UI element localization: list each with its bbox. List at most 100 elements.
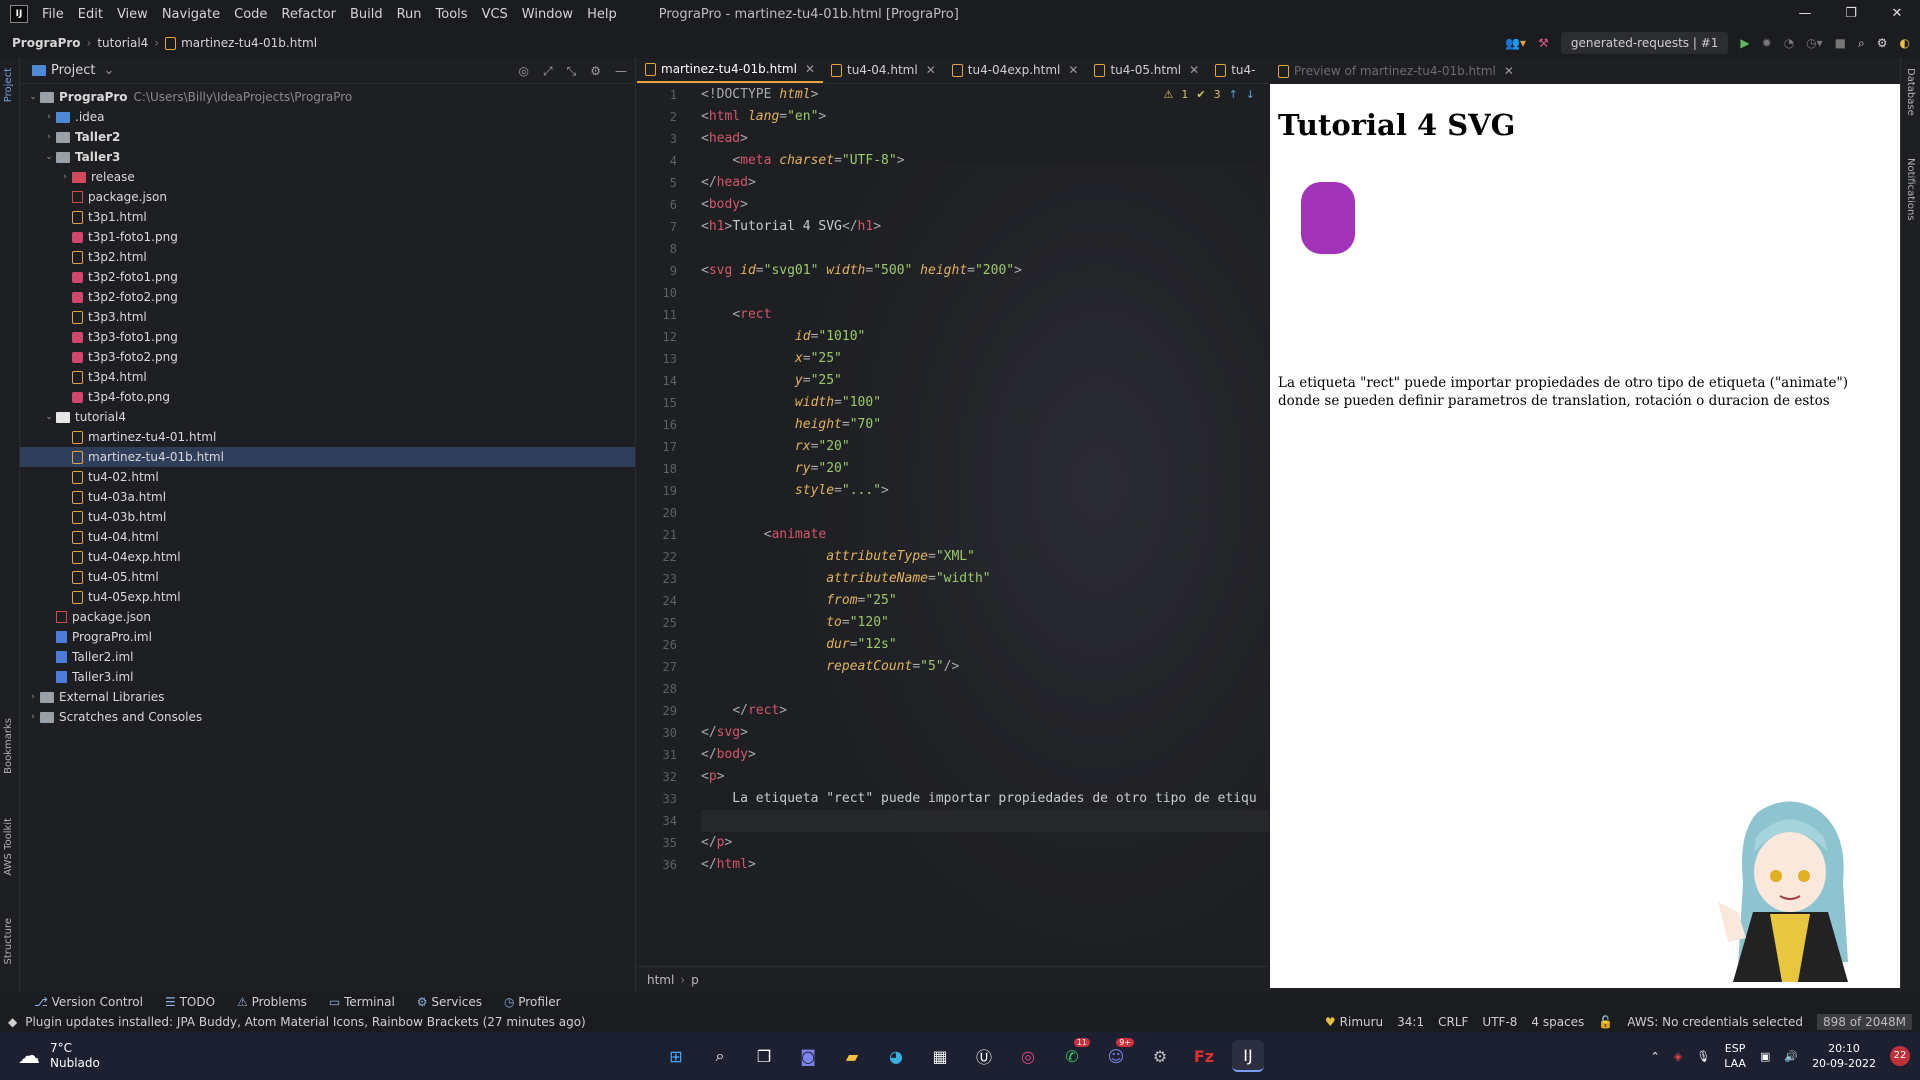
code-line[interactable] [701,502,1269,524]
settings-gear-icon[interactable]: ⚙ [1144,1040,1176,1072]
tree-item[interactable]: tu4-05.html [20,567,635,587]
code-line[interactable]: <head> [701,128,1269,150]
tree-item[interactable]: tu4-03b.html [20,507,635,527]
panel-options-gear-icon[interactable]: ⚙ [590,64,601,79]
tab-overflow-icon[interactable]: ↓ ⋮ [1263,58,1269,83]
profile-icon[interactable]: ◷▾ [1806,36,1823,50]
aws-toolkit-tool-tab[interactable]: AWS Toolkit [3,818,14,876]
tree-item[interactable]: tu4-03a.html [20,487,635,507]
tree-item[interactable]: › release [20,167,635,187]
code-content[interactable]: <!DOCTYPE html> <html lang="en"> <head> <m… [701,84,1269,876]
file-encoding[interactable]: UTF-8 [1482,1015,1517,1029]
tree-item[interactable]: tu4-04.html [20,527,635,547]
tool-window-terminal[interactable]: ▭ Terminal [329,995,395,1009]
close-tab-icon[interactable]: ✕ [805,62,815,76]
search-icon[interactable]: ⌕ [704,1040,736,1072]
tree-item[interactable]: package.json [20,607,635,627]
code-line[interactable]: y="25" [701,370,1269,392]
build-hammer-icon[interactable]: ⚒ [1538,36,1549,50]
code-line[interactable]: La etiqueta "rect" puede importar propie… [701,788,1269,810]
chevron-icon[interactable]: ⌄ [42,152,56,162]
tree-item[interactable]: t3p2-foto1.png [20,267,635,287]
editor-tab[interactable]: tu4- [1207,58,1263,83]
memory-indicator[interactable]: 898 of 2048M [1817,1014,1912,1030]
tree-item[interactable]: package.json [20,187,635,207]
breadcrumb-file[interactable]: martinez-tu4-01b.html [181,36,317,50]
preview-tab[interactable]: Preview of martinez-tu4-01b.html ✕ [1270,58,1900,84]
tool-window-version-control[interactable]: ⎇ Version Control [34,995,143,1009]
run-configuration-select[interactable]: generated-requests | #1 [1560,32,1729,54]
breadcrumb-project[interactable]: PrograPro [12,36,81,50]
editor-crumb-html[interactable]: html [647,973,674,987]
collapse-all-icon[interactable]: ⤡ [567,64,577,79]
code-line[interactable]: height="70" [701,414,1269,436]
close-tab-icon[interactable]: ✕ [1068,63,1078,77]
menu-item-run[interactable]: Run [397,7,422,22]
discord-icon[interactable]: ☺ 9+ [1100,1038,1134,1072]
lock-icon[interactable]: 🔓 [1598,1015,1613,1029]
close-tab-icon[interactable]: ✕ [1189,63,1199,77]
filezilla-icon[interactable]: Fz [1188,1040,1220,1072]
windows-start-icon[interactable]: ⊞ [660,1040,692,1072]
tree-item[interactable]: › .idea [20,107,635,127]
locate-file-icon[interactable]: ◎ [519,64,529,79]
editor-crumb-p[interactable]: p [691,973,699,987]
editor-tab[interactable]: martinez-tu4-01b.html ✕ [637,58,824,83]
editor-tab[interactable]: tu4-04.html ✕ [823,58,944,83]
intellij-taskbar-icon[interactable]: IJ [1232,1040,1264,1072]
database-tool-tab[interactable]: Database [1905,68,1916,116]
ide-update-icon[interactable]: ◐ [1900,36,1910,50]
microsoft-store-icon[interactable]: ▦ [924,1040,956,1072]
tool-window-profiler[interactable]: ◷ Profiler [504,995,561,1009]
minimize-button[interactable]: — [1782,0,1828,28]
tree-item[interactable]: tu4-02.html [20,467,635,487]
chevron-icon[interactable]: › [42,112,56,122]
tree-item[interactable]: ⌄ tutorial4 [20,407,635,427]
tree-item[interactable]: t3p3-foto2.png [20,347,635,367]
unreal-engine-icon[interactable]: Ⓤ [968,1040,1000,1072]
weather-widget[interactable]: ☁ 7°C Nublado [18,1041,100,1071]
code-line[interactable]: </rect> [701,700,1269,722]
tree-item[interactable]: t3p1.html [20,207,635,227]
theme-name[interactable]: Rimuru [1340,1015,1384,1029]
teams-chat-icon[interactable]: ◙ [792,1040,824,1072]
menu-item-navigate[interactable]: Navigate [162,7,220,22]
volume-icon[interactable]: 🔊 [1784,1050,1798,1063]
restore-button[interactable]: ❐ [1828,0,1874,28]
menu-item-code[interactable]: Code [234,7,267,22]
chevron-icon[interactable]: › [58,172,72,182]
status-message[interactable]: Plugin updates installed: JPA Buddy, Ato… [25,1015,585,1029]
code-line[interactable]: <animate [701,524,1269,546]
debug-icon[interactable]: ✹ [1762,36,1772,50]
code-line[interactable] [701,678,1269,700]
tree-item[interactable]: t3p4.html [20,367,635,387]
code-line[interactable]: <p> [701,766,1269,788]
notifications-tool-tab[interactable]: Notifications [1905,158,1916,221]
menu-item-file[interactable]: File [42,7,64,22]
tree-item[interactable]: Taller2.iml [20,647,635,667]
network-icon[interactable]: ▣ [1760,1050,1770,1063]
code-line[interactable]: x="25" [701,348,1269,370]
task-view-icon[interactable]: ❐ [748,1040,780,1072]
edge-browser-icon[interactable]: ◕ [880,1040,912,1072]
tree-item[interactable]: › External Libraries [20,687,635,707]
whatsapp-icon[interactable]: ✆ 11 [1056,1038,1090,1072]
code-line[interactable] [701,810,1269,832]
tree-item[interactable]: PrograPro.iml [20,627,635,647]
project-tool-tab[interactable]: Project [3,68,14,102]
code-line[interactable]: to="120" [701,612,1269,634]
microphone-icon[interactable]: 🎙 [1696,1050,1710,1063]
chevron-down-icon[interactable]: ⌄ [103,63,114,78]
code-line[interactable]: rx="20" [701,436,1269,458]
code-line[interactable]: </body> [701,744,1269,766]
menu-item-edit[interactable]: Edit [78,7,103,22]
bookmarks-tool-tab[interactable]: Bookmarks [3,718,14,774]
code-line[interactable]: </p> [701,832,1269,854]
tree-item[interactable]: Taller3.iml [20,667,635,687]
antivirus-icon[interactable]: ◈ [1674,1050,1682,1063]
tree-item[interactable]: t3p3.html [20,307,635,327]
code-line[interactable]: </head> [701,172,1269,194]
aws-status[interactable]: AWS: No credentials selected [1627,1015,1803,1029]
tree-item[interactable]: t3p2.html [20,247,635,267]
code-editor[interactable]: ⚠ 1 ✔ 3 ↑ ↓ 1 2 3 4 5 6 7 8 9 10 11 12 13 14 15 16 17 18 19 2… [637,84,1269,964]
